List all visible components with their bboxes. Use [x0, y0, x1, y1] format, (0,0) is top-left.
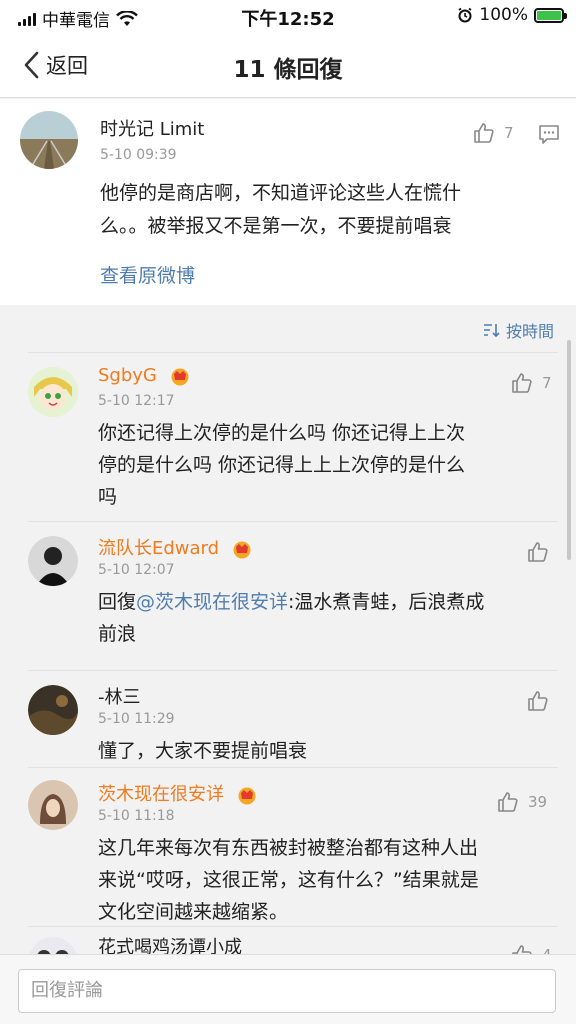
avatar[interactable]: [28, 536, 78, 586]
like-button[interactable]: [526, 689, 550, 713]
battery-percent: 100%: [479, 5, 528, 25]
like-count: 7: [504, 124, 514, 142]
reply-text-line: 来说“哎呀，这很正常，这有什么？”结果就是: [98, 869, 479, 891]
like-icon: [474, 123, 494, 143]
vip-crown-icon: [238, 787, 256, 805]
vip-crown-icon: [233, 541, 251, 559]
reply-text-line: 前浪: [98, 623, 137, 645]
like-button[interactable]: 7: [510, 371, 552, 395]
like-count: 39: [528, 793, 548, 811]
like-icon: [528, 542, 548, 562]
comment-author[interactable]: 时光记 Limit: [100, 115, 204, 141]
reply-author[interactable]: 花式喝鸡汤谭小成: [98, 933, 242, 956]
view-original-link[interactable]: 查看原微博: [100, 261, 195, 288]
comment-text-line: 他停的是商店啊，不知道评论这些人在慌什: [100, 182, 462, 204]
vip-crown-icon: [171, 368, 189, 386]
avatar[interactable]: [20, 111, 78, 169]
original-comment: 时光记 Limit 5-10 09:39 7 他停的是商店啊，不知道评论这些人在…: [0, 99, 576, 305]
reply-author[interactable]: 茨木现在很安详: [98, 780, 258, 806]
sort-by-time-button[interactable]: 按時間: [482, 318, 554, 342]
comment-time: 5-10 09:39: [100, 147, 177, 163]
scrollbar[interactable]: [567, 340, 571, 560]
like-button[interactable]: 7: [472, 121, 514, 145]
like-button[interactable]: 39: [496, 790, 547, 814]
comment-text-line: 么。。被举报又不是第一次，不要提前唱衰: [100, 215, 452, 237]
page-title: 11 條回復: [233, 57, 343, 83]
avatar[interactable]: [28, 685, 78, 735]
nav-bar: 返回 11 條回復: [0, 32, 576, 98]
list-item: 流队长Edward 5-10 12:07 回復@茨木现在很安详:温水煮青蛙，后浪…: [28, 521, 558, 671]
reply-input-bar: 回復評論: [0, 954, 576, 1024]
reply-text-line: 懂了，大家不要提前唱衰: [98, 740, 308, 762]
list-item: 茨木现在很安详 5-10 11:18 39 这几年来每次有东西被封被整治都有这种…: [28, 767, 558, 927]
sort-label: 按時間: [505, 322, 554, 341]
reply-text-line: 文化空间越来越缩紧。: [98, 901, 289, 923]
reply-text-line: 你还记得上次停的是什么吗 你还记得上上次: [98, 422, 466, 444]
like-icon: [528, 691, 548, 711]
like-button[interactable]: [526, 540, 550, 564]
reply-time: 5-10 11:18: [98, 808, 175, 824]
avatar[interactable]: [28, 780, 78, 830]
reply-time: 5-10 11:29: [98, 711, 175, 727]
list-item: SgbyG 5-10 12:17 7 你还记得上次停的是什么吗 你还记得上上次 …: [28, 352, 558, 522]
reply-author[interactable]: -林三: [98, 683, 141, 709]
list-item: -林三 5-10 11:29 懂了，大家不要提前唱衰: [28, 670, 558, 768]
alarm-icon: [458, 7, 472, 23]
like-icon: [498, 792, 518, 812]
reply-author[interactable]: SgbyG: [98, 365, 191, 386]
list-item: 花式喝鸡汤谭小成 4: [28, 926, 558, 956]
avatar[interactable]: [28, 367, 78, 417]
reply-text-line: 吗: [98, 486, 118, 508]
reply-text-line: 回復@茨木现在很安详:温水煮青蛙，后浪煮成: [98, 586, 484, 618]
reply-author[interactable]: 流队长Edward: [98, 534, 253, 560]
reply-time: 5-10 12:07: [98, 562, 175, 578]
mention-link[interactable]: @茨木现在很安详: [136, 591, 288, 613]
status-right: 100%: [457, 5, 567, 25]
reply-text-fragment: :温水煮青蛙，后浪煮成: [288, 591, 485, 613]
status-bar: 中華電信 下午12:52 100%: [0, 0, 576, 32]
sort-icon: [483, 324, 500, 338]
reply-comment-input[interactable]: 回復評論: [18, 969, 556, 1013]
reply-time: 5-10 12:17: [98, 393, 175, 409]
comment-icon[interactable]: [538, 123, 560, 145]
like-count: 7: [542, 374, 552, 392]
like-icon: [512, 373, 532, 393]
reply-text-line: 停的是什么吗 你还记得上上上次停的是什么: [98, 454, 466, 476]
battery-icon: [534, 7, 567, 23]
reply-text-line: 这几年来每次有东西被封被整治都有这种人出: [98, 837, 479, 859]
reply-prefix: 回復: [98, 591, 137, 613]
